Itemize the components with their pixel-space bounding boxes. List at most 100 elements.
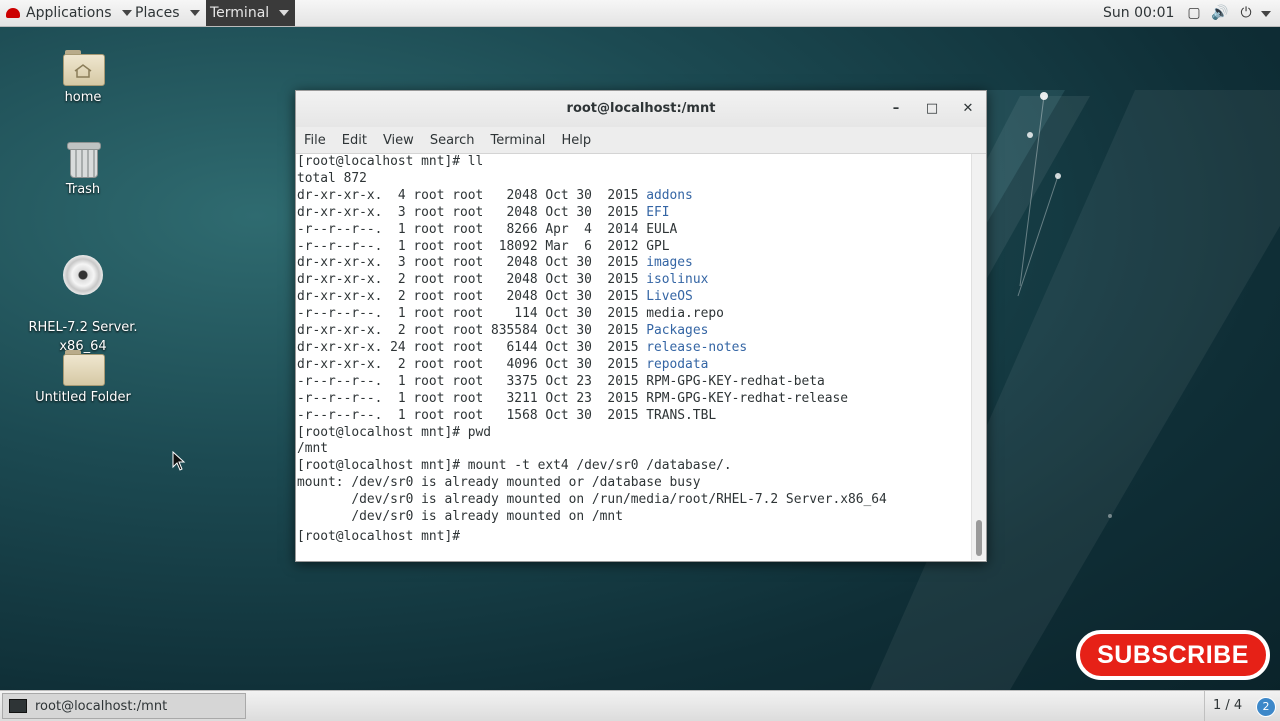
applications-menu[interactable]: Applications <box>6 0 132 26</box>
terminal-line-text: dr-xr-xr-x. 2 root root 835584 Oct 30 20… <box>297 323 647 339</box>
terminal-line-text: /dev/sr0 is already mounted on /run/medi… <box>297 492 887 508</box>
terminal-dir-name: repodata <box>646 356 709 372</box>
terminal-line: [root@localhost mnt]# <box>297 526 973 546</box>
trash-icon <box>67 142 101 178</box>
terminal-line: dr-xr-xr-x. 2 root root 4096 Oct 30 2015… <box>297 357 973 374</box>
menu-edit[interactable]: Edit <box>342 133 367 148</box>
menu-file[interactable]: File <box>304 133 326 148</box>
terminal-line: /dev/sr0 is already mounted on /mnt <box>297 509 973 526</box>
chevron-down-icon <box>279 10 290 16</box>
menu-terminal[interactable]: Terminal <box>490 133 545 148</box>
bottom-panel: root@localhost:/mnt 1 / 4 2 <box>0 690 1280 721</box>
terminal-line: dr-xr-xr-x. 3 root root 2048 Oct 30 2015… <box>297 205 973 222</box>
terminal-line-text: mount: /dev/sr0 is already mounted or /d… <box>297 475 701 491</box>
terminal-line-text: dr-xr-xr-x. 3 root root 2048 Oct 30 2015 <box>297 204 647 220</box>
terminal-line-text: [root@localhost mnt]# ll <box>297 154 484 169</box>
window-icon[interactable]: ▢ <box>1186 5 1202 21</box>
chevron-down-icon[interactable] <box>1258 5 1274 21</box>
terminal-line-text: dr-xr-xr-x. 2 root root 2048 Oct 30 2015 <box>297 289 647 305</box>
terminal-line: /mnt <box>297 441 973 458</box>
chevron-down-icon <box>189 10 200 16</box>
terminal-line-text: dr-xr-xr-x. 2 root root 4096 Oct 30 2015 <box>297 356 647 372</box>
terminal-line: [root@localhost mnt]# mount -t ext4 /dev… <box>297 458 973 475</box>
subscribe-button[interactable]: SUBSCRIBE <box>1076 630 1270 680</box>
minimize-button[interactable]: – <box>884 91 908 127</box>
terminal-line-text: /dev/sr0 is already mounted on /mnt <box>297 509 623 525</box>
terminal-output[interactable]: [root@localhost mnt]# ll total 872 dr-xr-x… <box>296 154 973 560</box>
terminal-line: -r--r--r--. 1 root root 1568 Oct 30 2015… <box>297 408 973 425</box>
terminal-line: dr-xr-xr-x. 2 root root 2048 Oct 30 2015… <box>297 289 973 306</box>
terminal-line-text: -r--r--r--. 1 root root 3211 Oct 23 2015… <box>297 390 849 406</box>
clock[interactable]: Sun 00:01 <box>1103 0 1174 26</box>
terminal-dir-name: EFI <box>646 204 670 220</box>
power-icon[interactable]: ⏻ <box>1238 5 1254 21</box>
menu-view[interactable]: View <box>383 133 414 148</box>
terminal-dir-name: Packages <box>646 323 709 339</box>
taskbar-window-button[interactable]: root@localhost:/mnt <box>2 693 246 719</box>
taskbar-window-label: root@localhost:/mnt <box>35 698 168 714</box>
terminal-line-text: dr-xr-xr-x. 4 root root 2048 Oct 30 2015 <box>297 187 647 203</box>
terminal-window: root@localhost:/mnt – □ ✕ File Edit View… <box>295 90 987 562</box>
terminal-line: [root@localhost mnt]# pwd <box>297 425 973 442</box>
terminal-scrollbar[interactable] <box>971 154 986 560</box>
home-folder-icon <box>63 50 105 86</box>
workspace-indicator[interactable]: 1 / 4 <box>1204 691 1250 721</box>
clock-label: Sun 00:01 <box>1103 5 1175 21</box>
terminal-label: Terminal <box>210 5 270 21</box>
terminal-line-text: [root@localhost mnt]# mount -t ext4 /dev… <box>297 458 732 474</box>
terminal-line: -r--r--r--. 1 root root 8266 Apr 4 2014 … <box>297 222 973 239</box>
terminal-line-text: -r--r--r--. 1 root root 18092 Mar 6 2012… <box>297 238 670 254</box>
terminal-line: dr-xr-xr-x. 2 root root 835584 Oct 30 20… <box>297 323 973 340</box>
applications-label: Applications <box>26 5 112 21</box>
window-menubar: File Edit View Search Terminal Help <box>296 127 986 154</box>
desktop-icon-trash[interactable]: Trash <box>23 142 143 199</box>
terminal-line: dr-xr-xr-x. 4 root root 2048 Oct 30 2015… <box>297 188 973 205</box>
chevron-down-icon <box>121 10 132 16</box>
desktop-icon-home[interactable]: home <box>23 50 143 107</box>
top-panel: Applications Places Terminal Sun 00:01 ▢… <box>0 0 1280 27</box>
window-title: root@localhost:/mnt <box>566 101 716 116</box>
terminal-line: -r--r--r--. 1 root root 3375 Oct 23 2015… <box>297 374 973 391</box>
terminal-dir-name: isolinux <box>646 272 709 288</box>
terminal-line: dr-xr-xr-x. 3 root root 2048 Oct 30 2015… <box>297 255 973 272</box>
terminal-line-text: total 872 <box>297 170 367 186</box>
terminal-line: [root@localhost mnt]# ll <box>297 154 973 171</box>
terminal-line-text: -r--r--r--. 1 root root 8266 Apr 4 2014 … <box>297 221 678 237</box>
terminal-line-text: [root@localhost mnt]# <box>297 528 468 544</box>
terminal-dir-name: images <box>646 255 693 271</box>
menu-help[interactable]: Help <box>561 133 591 148</box>
terminal-line-text: dr-xr-xr-x. 3 root root 2048 Oct 30 2015 <box>297 255 647 271</box>
terminal-line: dr-xr-xr-x. 24 root root 6144 Oct 30 201… <box>297 340 973 357</box>
terminal-line-text: -r--r--r--. 1 root root 114 Oct 30 2015 … <box>297 306 724 322</box>
terminal-dir-name: addons <box>646 187 693 203</box>
notification-badge[interactable]: 2 <box>1256 697 1276 717</box>
terminal-line: /dev/sr0 is already mounted on /run/medi… <box>297 492 973 509</box>
terminal-line: total 872 <box>297 171 973 188</box>
terminal-line-text: dr-xr-xr-x. 2 root root 2048 Oct 30 2015 <box>297 272 647 288</box>
volume-icon[interactable]: 🔊 <box>1211 5 1228 21</box>
terminal-app-menu[interactable]: Terminal <box>206 0 296 26</box>
menu-search[interactable]: Search <box>430 133 475 148</box>
terminal-line-text: /mnt <box>297 441 329 457</box>
desktop-icon-untitled-folder[interactable]: Untitled Folder <box>23 350 143 407</box>
terminal-line-text: dr-xr-xr-x. 24 root root 6144 Oct 30 201… <box>297 339 647 355</box>
terminal-line: mount: /dev/sr0 is already mounted or /d… <box>297 475 973 492</box>
terminal-line-text: -r--r--r--. 1 root root 3375 Oct 23 2015… <box>297 373 825 389</box>
terminal-line: -r--r--r--. 1 root root 3211 Oct 23 2015… <box>297 391 973 408</box>
disc-icon <box>63 255 103 295</box>
window-titlebar[interactable]: root@localhost:/mnt – □ ✕ <box>296 91 986 127</box>
maximize-button[interactable]: □ <box>920 91 944 127</box>
mouse-cursor-icon <box>172 451 186 471</box>
terminal-icon <box>9 699 27 713</box>
scrollbar-thumb[interactable] <box>976 520 982 556</box>
terminal-line-text: -r--r--r--. 1 root root 1568 Oct 30 2015… <box>297 407 717 423</box>
desktop-icon-label: home <box>64 90 102 105</box>
desktop-icon-label: Trash <box>65 182 101 197</box>
places-menu[interactable]: Places <box>135 0 200 26</box>
redhat-logo-icon <box>6 8 20 18</box>
desktop-icon-label: Untitled Folder <box>35 390 131 405</box>
terminal-line: -r--r--r--. 1 root root 18092 Mar 6 2012… <box>297 239 973 256</box>
folder-icon <box>63 350 105 386</box>
close-button[interactable]: ✕ <box>956 91 980 127</box>
terminal-line: dr-xr-xr-x. 2 root root 2048 Oct 30 2015… <box>297 272 973 289</box>
